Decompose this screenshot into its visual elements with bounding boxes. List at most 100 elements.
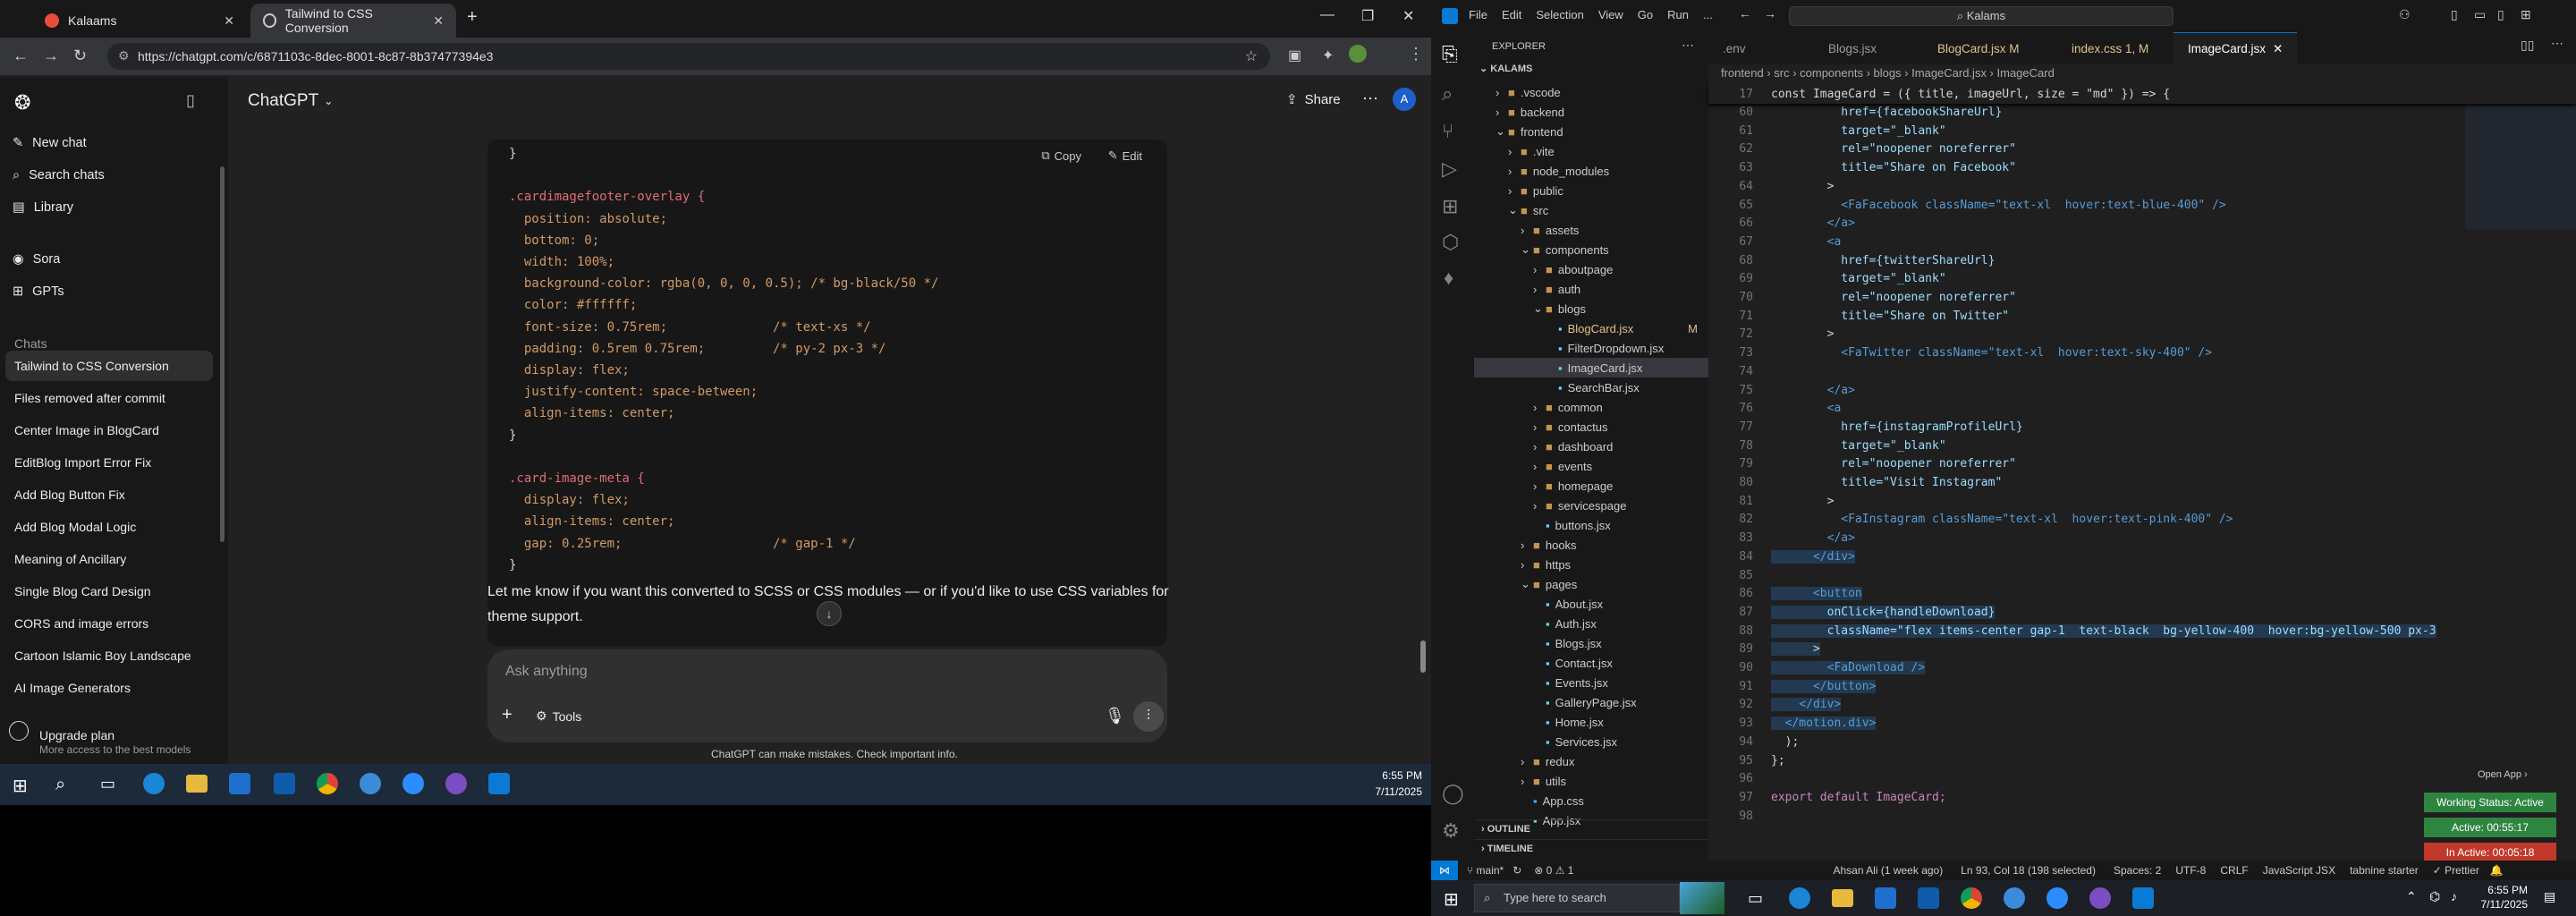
chat-history-item[interactable]: AI Image Generators: [0, 673, 213, 703]
openai-logo-icon[interactable]: ❂: [14, 91, 30, 114]
zoom-icon[interactable]: [2046, 887, 2068, 909]
windows-start-icon[interactable]: ⊞: [13, 775, 28, 797]
tree-folder[interactable]: › ■ events: [1474, 456, 1708, 476]
search-chats-button[interactable]: ⌕ Search chats: [13, 168, 105, 182]
chrome-taskbar-icon[interactable]: [317, 773, 338, 794]
app-icon[interactable]: [2004, 887, 2025, 909]
volume-icon[interactable]: ♪: [2451, 889, 2457, 903]
library-button[interactable]: ▤ Library: [13, 200, 73, 215]
back-icon[interactable]: ←: [13, 47, 29, 65]
taskbar-search-icon[interactable]: ⌕: [55, 775, 65, 795]
forward-icon[interactable]: →: [43, 47, 59, 65]
tree-file[interactable]: ▪ Contact.jsx: [1474, 653, 1708, 673]
menu-item[interactable]: Edit: [1502, 8, 1521, 21]
sync-icon[interactable]: ↻: [1513, 864, 1521, 877]
puzzle-icon[interactable]: ✦: [1322, 47, 1334, 64]
tree-folder[interactable]: › ■ backend: [1474, 102, 1708, 122]
tree-folder[interactable]: › ■ aboutpage: [1474, 259, 1708, 279]
prettier-status[interactable]: ✓ Prettier: [2433, 864, 2479, 877]
chat-history-item[interactable]: Meaning of Ancillary: [0, 544, 213, 574]
tree-folder[interactable]: ⌄ ■ components: [1474, 240, 1708, 259]
windows-start-icon[interactable]: ⊞: [1444, 888, 1459, 911]
github-desktop-icon[interactable]: [2089, 887, 2111, 909]
menu-item[interactable]: View: [1598, 8, 1623, 21]
search-icon[interactable]: ⌕: [1442, 82, 1453, 106]
branch-indicator[interactable]: ⑂ main*: [1467, 864, 1504, 877]
tree-folder[interactable]: ⌄ ■ pages: [1474, 574, 1708, 594]
sora-button[interactable]: ◉ Sora: [13, 252, 60, 267]
chat-history-item[interactable]: Center Image in BlogCard: [0, 415, 213, 445]
task-view-icon[interactable]: ▭: [1748, 889, 1763, 908]
store-icon[interactable]: [1875, 887, 1896, 909]
explorer-icon[interactable]: ⎘: [1442, 43, 1458, 66]
profile-avatar[interactable]: [1349, 45, 1367, 63]
close-tab-icon[interactable]: ✕: [433, 13, 444, 29]
outlook-icon[interactable]: [1918, 887, 1939, 909]
editor-tab[interactable]: ImageCard.jsx ✕: [2174, 32, 2298, 64]
minimize-icon[interactable]: —: [1320, 7, 1335, 23]
extensions-icon[interactable]: ⊞: [1442, 195, 1458, 218]
tree-folder[interactable]: › ■ hooks: [1474, 535, 1708, 555]
minimap[interactable]: [2465, 86, 2576, 229]
edit-code-button[interactable]: ✎ Edit: [1108, 148, 1142, 163]
layout-secondary-icon[interactable]: ▯: [2497, 7, 2504, 22]
tree-folder[interactable]: › ■ common: [1474, 397, 1708, 417]
tree-file[interactable]: ▪ BlogCard.jsx M: [1474, 318, 1708, 338]
indentation[interactable]: Spaces: 2: [2114, 864, 2161, 877]
browser-tab-kalaams[interactable]: Kalaams ✕: [32, 4, 247, 38]
tree-folder[interactable]: ⌄ ■ frontend: [1474, 122, 1708, 141]
breadcrumb[interactable]: frontend › src › components › blogs › Im…: [1708, 64, 2576, 82]
menu-item[interactable]: Selection: [1536, 8, 1583, 21]
chat-history-item[interactable]: Tailwind to CSS Conversion: [5, 351, 213, 381]
site-info-icon[interactable]: ⚙: [118, 48, 130, 64]
upgrade-plan-title[interactable]: Upgrade plan: [39, 728, 114, 742]
chat-history-item[interactable]: CORS and image errors: [0, 608, 213, 639]
share-button[interactable]: ⇪ Share: [1286, 91, 1341, 108]
run-debug-icon[interactable]: ▷: [1442, 157, 1457, 181]
nav-back-icon[interactable]: ←: [1739, 6, 1751, 21]
tray-chevron-icon[interactable]: ⌃: [2406, 889, 2417, 904]
editor-tab[interactable]: .env: [1708, 32, 1760, 64]
layout-sidebar-icon[interactable]: ▯: [2451, 7, 2458, 22]
editor-tab[interactable]: index.css 1, M: [2057, 32, 2163, 64]
editor-more-icon[interactable]: ⋯: [2551, 36, 2563, 51]
layout-panel-icon[interactable]: ▭: [2474, 7, 2486, 22]
line-ending[interactable]: CRLF: [2220, 864, 2248, 877]
menu-item[interactable]: Run: [1667, 8, 1689, 21]
more-options-icon[interactable]: ⋯: [1362, 89, 1378, 108]
network-icon[interactable]: ⌬: [2429, 889, 2440, 904]
workspace-root[interactable]: ⌄ KALAMS: [1479, 63, 1532, 74]
file-explorer-icon[interactable]: [186, 775, 208, 793]
tree-folder[interactable]: › ■ utils: [1474, 771, 1708, 791]
encoding[interactable]: UTF-8: [2175, 864, 2206, 877]
tree-folder[interactable]: › ■ .vite: [1474, 141, 1708, 161]
extension-icon[interactable]: ▣: [1288, 47, 1301, 64]
add-attachment-icon[interactable]: +: [502, 705, 513, 725]
manage-gear-icon[interactable]: ⚙: [1442, 819, 1460, 843]
tree-folder[interactable]: › ■ servicespage: [1474, 496, 1708, 515]
tree-file[interactable]: ▪ FilterDropdown.jsx: [1474, 338, 1708, 358]
new-chat-button[interactable]: ✎ New chat: [13, 136, 87, 150]
timeline-section[interactable]: › TIMELINE: [1474, 839, 1708, 859]
tabnine-status[interactable]: tabnine starter: [2350, 864, 2419, 877]
accounts-icon[interactable]: ◯: [1442, 782, 1464, 805]
language-mode[interactable]: JavaScript JSX: [2263, 864, 2335, 877]
tree-file[interactable]: ▪ Events.jsx: [1474, 673, 1708, 692]
tree-folder[interactable]: › ■ homepage: [1474, 476, 1708, 496]
remote-indicator-icon[interactable]: ⋈: [1431, 861, 1458, 880]
maximize-icon[interactable]: ❐: [1361, 7, 1374, 25]
tree-folder[interactable]: › ■ https: [1474, 555, 1708, 574]
cursor-position[interactable]: Ln 93, Col 18 (198 selected): [1961, 864, 2096, 877]
vscode-taskbar-icon[interactable]: [488, 773, 510, 794]
menu-item[interactable]: ...: [1703, 8, 1713, 21]
tree-file[interactable]: ▪ ImageCard.jsx: [1474, 358, 1708, 377]
problems-indicator[interactable]: ⊗ 0 ⚠ 1: [1534, 864, 1573, 877]
close-window-icon[interactable]: ✕: [1402, 7, 1414, 25]
remote-explorer-icon[interactable]: ⬡: [1442, 231, 1459, 254]
tree-file[interactable]: ▪ Services.jsx: [1474, 732, 1708, 751]
store-icon[interactable]: [229, 773, 250, 794]
chrome-menu-icon[interactable]: ⋮: [1408, 45, 1424, 64]
tree-file[interactable]: ▪ Home.jsx: [1474, 712, 1708, 732]
tree-file[interactable]: ▪ App.css: [1474, 791, 1708, 810]
tree-file[interactable]: ▪ buttons.jsx: [1474, 515, 1708, 535]
